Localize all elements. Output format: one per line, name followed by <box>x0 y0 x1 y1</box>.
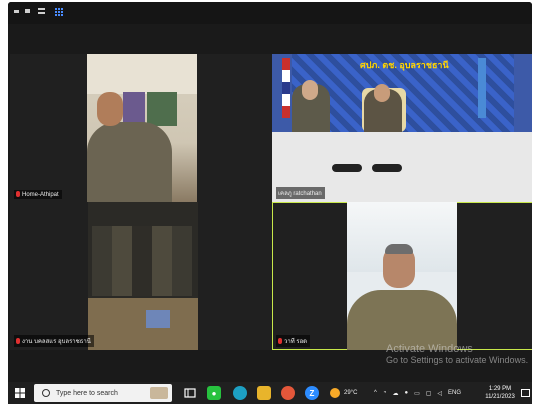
watermark-subtitle: Go to Settings to activate Windows. <box>386 355 529 365</box>
participant-name-label: งาน บคลสแร อุบลราชธานี <box>14 335 94 347</box>
activate-windows-watermark: Activate Windows Go to Settings to activ… <box>386 344 528 366</box>
chevron-up-icon[interactable]: ^ <box>374 390 377 396</box>
display-icon[interactable]: ▭ <box>414 390 420 397</box>
notifications-button[interactable] <box>518 382 532 404</box>
system-tray: ^ ◔ ☁ ● ▭ ▢ ◁ ENG <box>374 382 461 404</box>
muted-mic-icon <box>16 191 20 197</box>
participant-tile[interactable]: ศปภ. ตช. อุบลราชธานี เคลภู ratchathan <box>272 54 532 202</box>
zoom-app-button[interactable]: Z <box>302 382 322 404</box>
explorer-app-button[interactable] <box>254 382 274 404</box>
edge-icon <box>233 386 247 400</box>
speaker-view-icon[interactable] <box>38 8 45 14</box>
clock-time: 1:29 PM <box>488 386 512 392</box>
start-button[interactable] <box>12 382 28 404</box>
participant-name-label: วาที รอด <box>276 335 311 347</box>
line-app-button[interactable]: ● <box>204 382 224 404</box>
muted-mic-icon <box>278 338 282 344</box>
restore-icon[interactable] <box>25 9 30 13</box>
browser-icon <box>281 386 295 400</box>
watermark-title: Activate Windows <box>386 343 473 355</box>
video-conference-window: Home-Athipat ศปภ. ตช. อุบลราชธานี เคลภู … <box>8 2 532 402</box>
muted-mic-icon <box>16 338 20 344</box>
windows-taskbar: Type here to search ● Z 29°C ^ ◔ ☁ ● ▭ ▢… <box>8 382 532 404</box>
meeting-toolbar <box>8 2 532 24</box>
minimize-icon[interactable] <box>14 10 19 13</box>
cloud-icon[interactable]: ☁ <box>392 390 398 397</box>
microphone-icon[interactable]: ● <box>404 390 408 396</box>
taskbar-clock[interactable]: 1:29 PM 11/21/2023 <box>482 385 518 401</box>
banner-text: ศปภ. ตช. อุบลราชธานี <box>360 60 449 70</box>
search-placeholder: Type here to search <box>56 389 118 397</box>
gallery-view-icon[interactable] <box>55 8 63 16</box>
active-speaker-tile[interactable]: วาที รอด <box>272 202 532 350</box>
participant-tile[interactable]: Home-Athipat <box>10 54 272 202</box>
line-icon: ● <box>207 386 221 400</box>
participant-video: ศปภ. ตช. อุบลราชธานี <box>272 54 532 202</box>
monitor-icon[interactable]: ▢ <box>426 390 432 397</box>
taskbar-search-box[interactable]: Type here to search <box>34 384 172 402</box>
windows-logo-icon <box>15 388 25 398</box>
participant-name-label: Home-Athipat <box>14 190 62 199</box>
notification-icon <box>520 388 530 397</box>
task-view-icon <box>184 388 196 398</box>
search-highlight-icon <box>150 387 168 399</box>
edge-app-button[interactable] <box>230 382 250 404</box>
weather-icon <box>330 388 340 398</box>
weather-temp: 29°C <box>344 390 358 396</box>
participant-video <box>347 202 457 350</box>
clock-date: 11/21/2023 <box>485 394 515 400</box>
network-icon[interactable]: ◔ <box>383 390 387 396</box>
folder-icon <box>257 386 271 400</box>
participant-video <box>87 54 197 202</box>
search-icon <box>42 389 50 397</box>
task-view-button[interactable] <box>180 382 200 404</box>
zoom-icon: Z <box>305 386 319 400</box>
volume-icon[interactable]: ◁ <box>437 390 442 397</box>
participant-name-label: เคลภู ratchathan <box>276 187 325 199</box>
participant-tile[interactable]: งาน บคลสแร อุบลราชธานี <box>10 202 272 350</box>
participant-video <box>88 202 198 350</box>
brave-app-button[interactable] <box>278 382 298 404</box>
language-indicator[interactable]: ENG <box>448 390 461 396</box>
weather-widget[interactable]: 29°C <box>330 382 357 404</box>
